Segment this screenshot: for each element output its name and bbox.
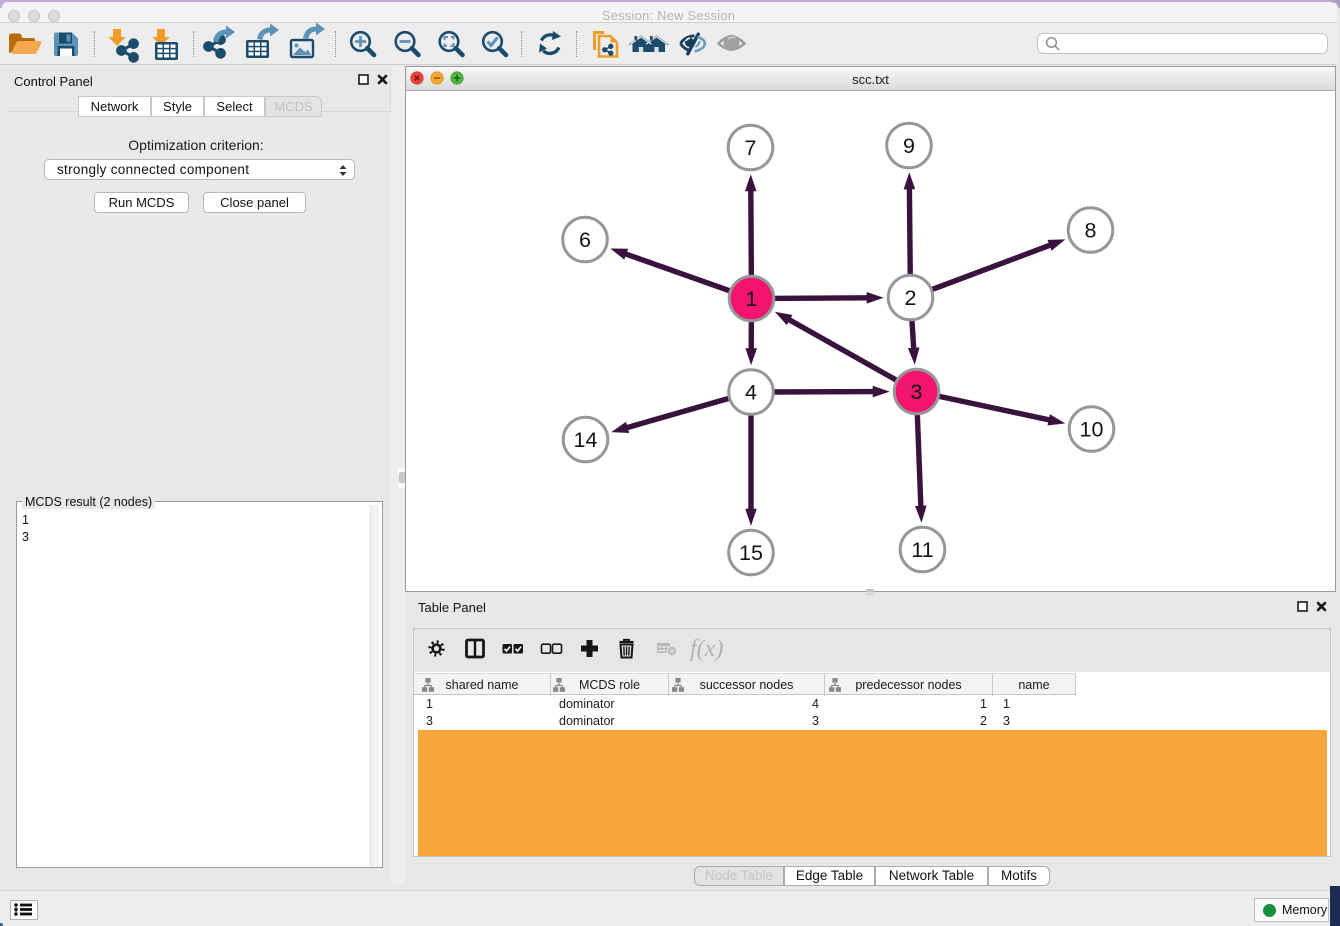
svg-text:f(x): f(x) <box>690 636 723 662</box>
svg-text:8: 8 <box>1085 219 1097 243</box>
svg-text:2: 2 <box>905 286 917 310</box>
svg-text:3: 3 <box>911 380 923 404</box>
svg-text:11: 11 <box>911 538 933 562</box>
svg-text:15: 15 <box>739 541 763 565</box>
svg-text:4: 4 <box>745 381 757 405</box>
svg-text:7: 7 <box>745 136 757 160</box>
svg-text:1: 1 <box>746 287 758 311</box>
svg-text:6: 6 <box>579 228 591 252</box>
svg-text:10: 10 <box>1080 418 1104 442</box>
svg-text:9: 9 <box>903 134 915 158</box>
svg-text:14: 14 <box>574 428 598 452</box>
